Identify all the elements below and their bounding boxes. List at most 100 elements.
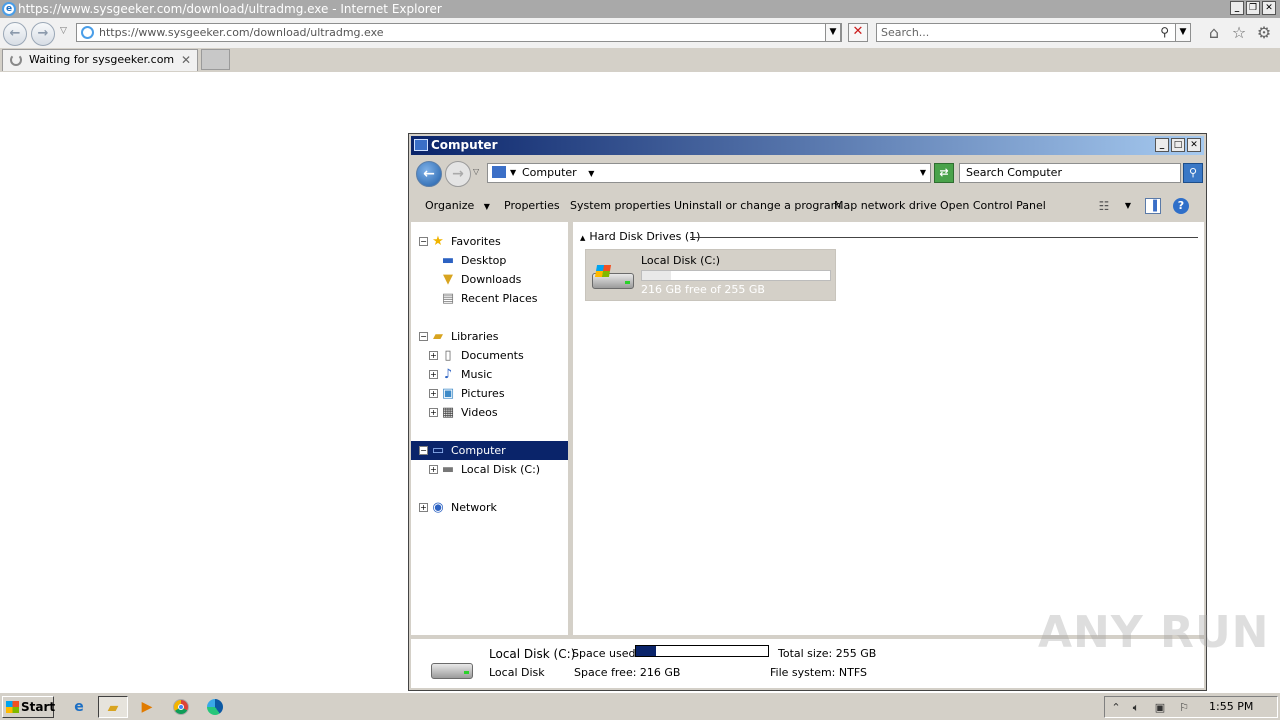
group-header[interactable]: ▲ Hard Disk Drives (1): [580, 230, 700, 245]
action-center-flag-icon[interactable]: ⚐: [1176, 700, 1192, 716]
tree-computer-label: Computer: [451, 444, 506, 457]
browser-search-input[interactable]: Search... ⚲: [876, 23, 1176, 42]
tree-libraries[interactable]: − ▰ Libraries: [411, 327, 568, 346]
volume-icon[interactable]: 🔈︎: [1128, 700, 1144, 716]
watermark: ANY RUN: [1038, 607, 1270, 658]
home-icon[interactable]: ⌂: [1205, 24, 1223, 42]
drive-free-space: 216 GB free of 255 GB: [641, 283, 765, 296]
drive-tile-local-disk[interactable]: Local Disk (C:) 216 GB free of 255 GB: [585, 249, 836, 301]
system-properties-button[interactable]: System properties: [570, 191, 671, 221]
tree-recent-places-label: Recent Places: [461, 292, 538, 305]
tree-videos[interactable]: + ▦ Videos: [411, 403, 568, 422]
breadcrumb-arrow-icon[interactable]: ▼: [510, 164, 516, 182]
explorer-navigation-bar: ← → ▽ ▼ Computer ▼ ▼ ⇄ Search Computer ⚲: [411, 158, 1204, 188]
close-button[interactable]: ✕: [1262, 1, 1276, 15]
view-options-chevron-icon[interactable]: ▼: [1123, 198, 1133, 214]
explorer-forward-button[interactable]: →: [445, 161, 471, 187]
show-hidden-icons-chevron-icon[interactable]: ⌃: [1108, 700, 1124, 716]
minimize-button[interactable]: _: [1230, 1, 1244, 15]
breadcrumb-arrow-icon[interactable]: ▼: [588, 169, 594, 178]
windows-logo-icon: [6, 701, 19, 713]
clock[interactable]: 1:55 PM: [1209, 697, 1253, 717]
address-dropdown-button[interactable]: ▼: [825, 23, 841, 42]
expand-icon[interactable]: +: [419, 503, 428, 512]
map-network-drive-button[interactable]: Map network drive: [834, 191, 937, 221]
start-button[interactable]: Start: [2, 696, 55, 718]
favorites-star-icon[interactable]: ☆: [1230, 24, 1248, 42]
stop-button[interactable]: ✕: [848, 23, 868, 42]
tree-network[interactable]: + ◉ Network: [411, 498, 568, 517]
media-player-taskbar-icon[interactable]: ▶: [132, 696, 162, 718]
organize-menu[interactable]: Organize ▼: [425, 191, 490, 221]
tree-computer[interactable]: − ▭ Computer: [411, 441, 568, 460]
explorer-address-bar[interactable]: ▼ Computer ▼ ▼: [487, 163, 931, 183]
restore-button[interactable]: ❐: [1246, 1, 1260, 15]
address-bar[interactable]: https://www.sysgeeker.com/download/ultra…: [76, 23, 842, 42]
recent-locations-chevron-icon[interactable]: ▽: [473, 167, 479, 176]
refresh-button[interactable]: ⇄: [934, 163, 954, 183]
group-header-label: Hard Disk Drives (1): [589, 230, 701, 243]
address-history-dropdown-icon[interactable]: ▼: [920, 164, 926, 182]
browser-search-placeholder: Search...: [881, 26, 930, 39]
tree-music[interactable]: + ♪ Music: [411, 365, 568, 384]
expand-icon[interactable]: +: [429, 465, 438, 474]
tree-pictures[interactable]: + ▣ Pictures: [411, 384, 568, 403]
breadcrumb-computer[interactable]: Computer: [522, 166, 577, 179]
tab-close-icon[interactable]: ✕: [181, 50, 191, 70]
collapse-icon[interactable]: −: [419, 446, 428, 455]
windows-explorer-taskbar-icon[interactable]: ▰: [98, 696, 128, 718]
explorer-title-bar: Computer _ □ ✕: [411, 136, 1204, 155]
change-view-icon[interactable]: ☷: [1095, 198, 1113, 214]
hard-drive-icon: [590, 263, 636, 291]
details-drive-type: Local Disk: [489, 666, 545, 679]
forward-button[interactable]: →: [31, 22, 55, 46]
open-control-panel-button[interactable]: Open Control Panel: [940, 191, 1046, 221]
browser-navigation-bar: ← → ▽ https://www.sysgeeker.com/download…: [0, 18, 1280, 48]
network-icon: ◉: [432, 500, 444, 515]
tree-favorites[interactable]: − ★ Favorites: [411, 232, 568, 251]
explorer-search-input[interactable]: Search Computer: [959, 163, 1181, 183]
search-dropdown-button[interactable]: ▼: [1175, 23, 1191, 42]
tree-recent-places[interactable]: ▤ Recent Places: [411, 289, 568, 308]
collapse-icon[interactable]: −: [419, 332, 428, 341]
tree-local-disk[interactable]: + ▬ Local Disk (C:): [411, 460, 568, 479]
edge-taskbar-icon[interactable]: [200, 696, 230, 718]
tab-title: Waiting for sysgeeker.com: [29, 53, 175, 66]
explorer-minimize-button[interactable]: _: [1155, 138, 1169, 152]
back-button[interactable]: ←: [3, 22, 27, 46]
recent-pages-chevron-icon[interactable]: ▽: [60, 26, 67, 36]
hard-drive-icon: ▬: [441, 462, 455, 477]
content-pane: ▲ Hard Disk Drives (1) Local Disk (C:) 21…: [573, 222, 1204, 635]
explorer-close-button[interactable]: ✕: [1187, 138, 1201, 152]
expand-icon[interactable]: +: [429, 389, 438, 398]
collapse-group-icon[interactable]: ▲: [580, 234, 585, 242]
site-icon: [81, 26, 94, 39]
expand-icon[interactable]: +: [429, 351, 438, 360]
music-note-icon: ♪: [443, 367, 453, 382]
tree-downloads-label: Downloads: [461, 273, 522, 286]
details-file-system: File system: NTFS: [770, 666, 867, 679]
search-icon[interactable]: ⚲: [1160, 24, 1169, 41]
tree-downloads[interactable]: ▼ Downloads: [411, 270, 568, 289]
expand-icon[interactable]: +: [429, 370, 438, 379]
tools-gear-icon[interactable]: ⚙: [1255, 24, 1273, 42]
uninstall-program-button[interactable]: Uninstall or change a program: [674, 191, 841, 221]
chrome-taskbar-icon[interactable]: [166, 696, 196, 718]
browser-tab-strip: Waiting for sysgeeker.com ✕: [0, 48, 1280, 72]
tree-desktop[interactable]: ▬ Desktop: [411, 251, 568, 270]
network-status-icon[interactable]: ▣: [1152, 700, 1168, 716]
help-icon[interactable]: ?: [1173, 198, 1189, 214]
libraries-icon: ▰: [433, 329, 443, 344]
expand-icon[interactable]: +: [429, 408, 438, 417]
preview-pane-icon[interactable]: ▐: [1145, 198, 1161, 214]
internet-explorer-taskbar-icon[interactable]: e: [64, 696, 94, 718]
explorer-maximize-button[interactable]: □: [1171, 138, 1185, 152]
explorer-search-button[interactable]: ⚲: [1183, 163, 1203, 183]
explorer-back-button[interactable]: ←: [416, 161, 442, 187]
properties-button[interactable]: Properties: [504, 191, 560, 221]
collapse-icon[interactable]: −: [419, 237, 428, 246]
browser-tab[interactable]: Waiting for sysgeeker.com ✕: [2, 49, 198, 71]
browser-title-bar: e https://www.sysgeeker.com/download/ult…: [0, 0, 1280, 18]
tree-documents[interactable]: + ▯ Documents: [411, 346, 568, 365]
new-tab-button[interactable]: [201, 49, 230, 70]
